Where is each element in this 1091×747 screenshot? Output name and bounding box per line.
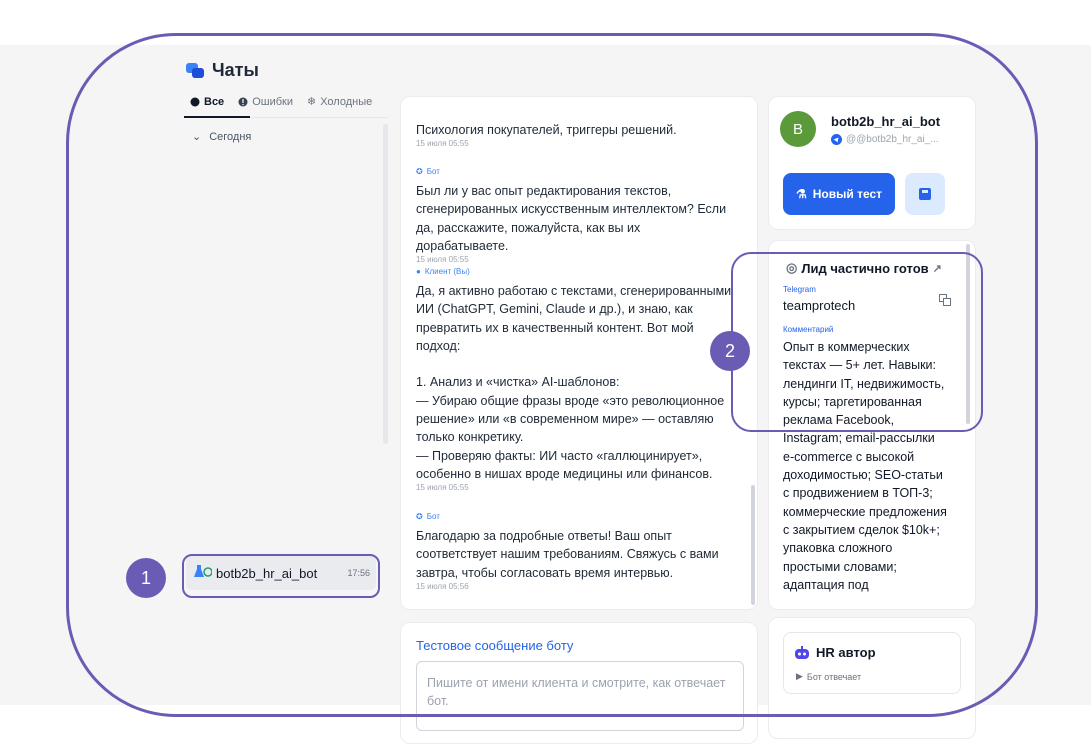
chat-list-scrollbar[interactable]: [383, 124, 388, 444]
copy-icon[interactable]: [939, 293, 951, 311]
check-circle-icon: ◎: [786, 260, 798, 275]
flask-icon: ⚗: [795, 187, 807, 201]
bot-handle[interactable]: @@botb2b_hr_ai_...: [831, 134, 939, 145]
new-test-button[interactable]: ⚗ Новый тест: [783, 173, 895, 215]
chat-bubble-icon: [190, 97, 200, 106]
message: ✪ Бот Благодарю за подробные ответы! Ваш …: [416, 512, 736, 591]
test-message-card: Тестовое сообщение боту Пишите от имени …: [400, 622, 758, 744]
avatar: B: [780, 111, 816, 147]
message-role: ✪ Бот: [416, 167, 440, 176]
external-link-icon[interactable]: ↗: [933, 262, 942, 275]
chevron-down-icon: ⌄: [192, 131, 202, 143]
save-icon: [919, 188, 931, 200]
message: ● Клиент (Вы) Да, я активно работаю с тек…: [416, 267, 736, 492]
filter-tabs: Все Ошибки ❄ Холодные: [190, 95, 388, 108]
bot-icon: ✪: [416, 167, 423, 176]
messages-scrollbar[interactable]: [751, 485, 755, 605]
tab-cold[interactable]: ❄ Холодные: [306, 95, 372, 109]
group-today[interactable]: ⌄ Сегодня: [192, 130, 251, 144]
flask-icon: [194, 565, 213, 582]
message: ✪ Бот Был ли у вас опыт редактирования те…: [416, 167, 736, 264]
message-role: ● Клиент (Вы): [416, 267, 470, 276]
annotation-badge-2: 2: [710, 331, 750, 371]
lead-card: ◎ Лид частично готов ↗ Telegram teamprot…: [768, 240, 976, 610]
hr-card: HR автор ▶ Бот отвечает: [768, 617, 976, 739]
bot-icon: ✪: [416, 512, 423, 521]
tab-errors[interactable]: Ошибки: [238, 95, 293, 108]
robot-icon: [795, 645, 809, 659]
lead-scrollbar[interactable]: [966, 244, 970, 424]
telegram-icon: [831, 134, 842, 145]
chats-icon: [186, 62, 204, 78]
error-icon: [238, 97, 248, 106]
annotation-badge-1: 1: [126, 558, 166, 598]
tab-all[interactable]: Все: [190, 95, 224, 108]
test-message-input[interactable]: Пишите от имени клиента и смотрите, как …: [416, 661, 744, 731]
active-tab-indicator: [184, 116, 250, 118]
save-button[interactable]: [905, 173, 945, 215]
user-icon: ●: [416, 267, 421, 276]
messages-panel: Психология покупателей, триггеры решений…: [400, 96, 758, 610]
hr-author-card[interactable]: HR автор ▶ Бот отвечает: [783, 632, 961, 694]
page-title: Чаты: [186, 60, 259, 81]
message: Психология покупателей, триггеры решений…: [416, 123, 677, 149]
play-icon: ▶: [796, 671, 803, 681]
snowflake-icon: ❄: [306, 96, 317, 108]
lead-title[interactable]: ◎ Лид частично готов ↗: [786, 260, 942, 276]
bot-card: B botb2b_hr_ai_bot @@botb2b_hr_ai_... ⚗ …: [768, 96, 976, 230]
message-role: ✪ Бот: [416, 512, 440, 521]
chat-list-item[interactable]: botb2b_hr_ai_bot 17:56: [186, 556, 376, 590]
